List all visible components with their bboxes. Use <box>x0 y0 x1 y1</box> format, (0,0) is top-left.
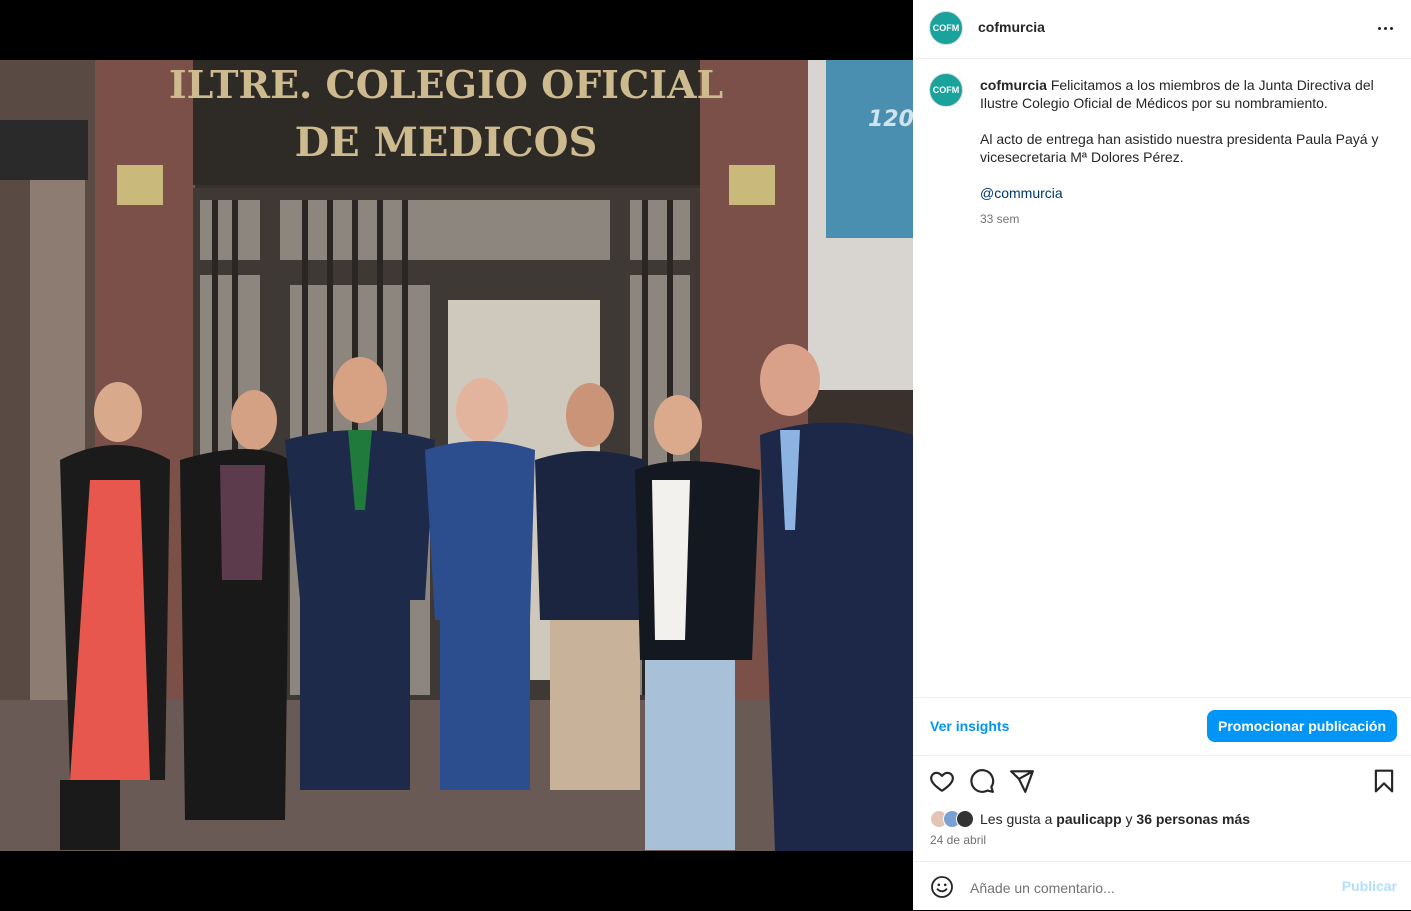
caption-avatar[interactable]: COFM <box>929 73 963 107</box>
comment-bar: Publicar <box>913 861 1411 911</box>
photo-illustration: 120 al c ILTRE. COLEGIO OFICIAL DE MEDIC… <box>0 60 913 851</box>
sign-line1: ILTRE. COLEGIO OFICIAL <box>169 62 723 107</box>
header-username[interactable]: cofmurcia <box>978 19 1045 35</box>
avatar[interactable]: COFM <box>929 11 963 45</box>
mention-link[interactable]: @commurcia <box>980 185 1063 201</box>
caption-line2: Al acto de entrega han asistido nuestra … <box>980 131 1379 165</box>
likes-user-link[interactable]: paulicapp <box>1056 811 1121 827</box>
post-side-panel: COFM cofmurcia COFM cofmurcia Felicitamo… <box>913 0 1411 910</box>
liker-avatar <box>956 810 974 828</box>
avatar-logo: COFM <box>932 22 960 33</box>
post-caption: cofmurcia Felicitamos a los miembros de … <box>980 76 1390 228</box>
likes-prefix: Les gusta a <box>980 811 1053 827</box>
view-insights-link[interactable]: Ver insights <box>930 718 1009 734</box>
promote-post-button[interactable]: Promocionar publicación <box>1207 710 1397 742</box>
post-header: COFM cofmurcia <box>913 0 1411 59</box>
more-options-icon[interactable] <box>1373 18 1397 38</box>
time-ago[interactable]: 33 sem <box>980 210 1390 228</box>
paper-plane-icon[interactable] <box>1009 768 1035 794</box>
avatar-logo: COFM <box>932 84 960 95</box>
insights-bar: Ver insights Promocionar publicación <box>913 697 1411 756</box>
post-photo[interactable]: 120 al c ILTRE. COLEGIO OFICIAL DE MEDIC… <box>0 60 913 851</box>
action-bar <box>913 762 1411 802</box>
post-media: 120 al c ILTRE. COLEGIO OFICIAL DE MEDIC… <box>0 0 913 910</box>
smiley-icon[interactable] <box>930 875 954 899</box>
likes-connector: y <box>1125 811 1133 827</box>
comment-input[interactable] <box>968 875 1332 901</box>
heart-icon[interactable] <box>929 768 955 794</box>
caption-username[interactable]: cofmurcia <box>980 77 1047 93</box>
caption-area: COFM cofmurcia Felicitamos a los miembro… <box>913 59 1411 697</box>
liker-avatars[interactable] <box>930 810 974 828</box>
post-date[interactable]: 24 de abril <box>930 833 986 847</box>
bookmark-icon[interactable] <box>1371 768 1397 794</box>
sign-line2: DE MEDICOS <box>295 119 598 166</box>
likes-others-link[interactable]: 36 personas más <box>1136 811 1250 827</box>
comment-bubble-icon[interactable] <box>969 768 995 794</box>
banner-text: 120 al c <box>868 107 913 132</box>
publish-button[interactable]: Publicar <box>1342 878 1397 894</box>
likes-summary: Les gusta a paulicapp y 36 personas más <box>930 809 1250 829</box>
